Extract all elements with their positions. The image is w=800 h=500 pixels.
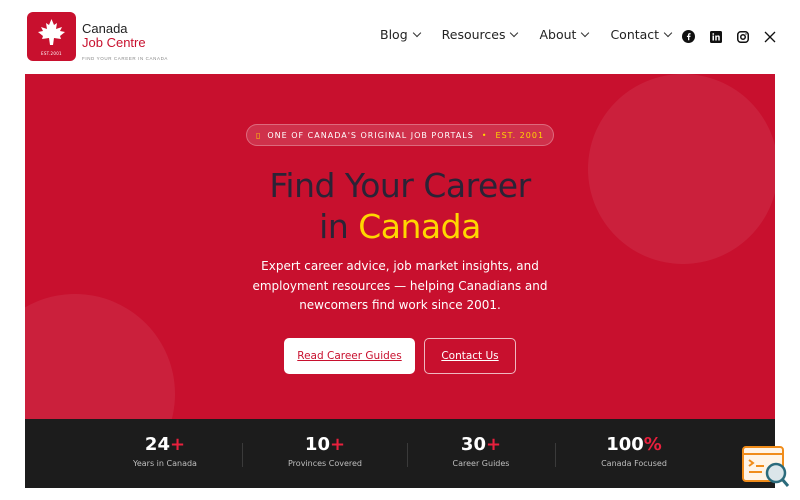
- x-icon[interactable]: [763, 30, 776, 43]
- stat-years: 24+ Years in Canada: [90, 434, 240, 468]
- stat-label: Provinces Covered: [288, 459, 362, 468]
- nav-label: Blog: [380, 27, 408, 42]
- stat-value: 100: [606, 434, 644, 455]
- brand-line2: Job Centre: [82, 35, 146, 50]
- stat-label: Years in Canada: [133, 459, 197, 468]
- hero-subtitle: Expert career advice, job market insight…: [252, 259, 548, 312]
- stat-divider: [555, 443, 556, 467]
- stat-divider: [242, 443, 243, 467]
- stat-provinces: 10+ Provinces Covered: [250, 434, 400, 468]
- heritage-badge: ▯ ONE OF CANADA'S ORIGINAL JOB PORTALS •…: [246, 124, 554, 146]
- stat-label: Canada Focused: [601, 459, 667, 468]
- maple-leaf-icon: ▯: [255, 130, 262, 140]
- chevron-down-icon: [510, 28, 519, 38]
- social-links: [682, 30, 776, 43]
- brand-tagline: FIND YOUR CAREER IN CANADA: [82, 56, 169, 61]
- hero-title-line2: in Canada: [25, 207, 775, 247]
- nav-item-contact[interactable]: Contact: [610, 27, 673, 42]
- stats-bar: 24+ Years in Canada 10+ Provinces Covere…: [25, 419, 775, 488]
- stat-value: 30: [460, 434, 486, 455]
- chevron-down-icon: [581, 28, 590, 38]
- facebook-icon[interactable]: [682, 30, 695, 43]
- decorative-circle: [25, 294, 175, 419]
- stat-guides: 30+ Career Guides: [406, 434, 556, 468]
- stat-suffix: +: [329, 434, 346, 455]
- nav-item-resources[interactable]: Resources: [441, 27, 519, 42]
- stat-canada-focused: 100% Canada Focused: [559, 434, 709, 468]
- brand-line1: Canada: [82, 21, 128, 36]
- stat-value: 10: [304, 434, 330, 455]
- logo-mark-tag: EST.2001: [41, 51, 62, 56]
- site-header: EST.2001 Canada Job Centre FIND YOUR CAR…: [0, 0, 800, 74]
- contact-us-button[interactable]: Contact Us: [424, 338, 516, 374]
- stat-suffix: +: [485, 434, 502, 455]
- badge-text: ONE OF CANADA'S ORIGINAL JOB PORTALS: [267, 130, 474, 140]
- hero-section: ▯ ONE OF CANADA'S ORIGINAL JOB PORTALS •…: [25, 74, 775, 419]
- nav-label: About: [539, 27, 577, 42]
- nav-item-blog[interactable]: Blog: [380, 27, 421, 42]
- stat-label: Career Guides: [452, 459, 510, 468]
- search-widget-icon[interactable]: [742, 446, 790, 488]
- badge-est: EST. 2001: [495, 130, 545, 140]
- site-logo[interactable]: EST.2001 Canada Job Centre FIND YOUR CAR…: [27, 12, 192, 62]
- read-career-guides-button[interactable]: Read Career Guides: [284, 338, 415, 374]
- hero-title-line1: Find Your Career: [269, 166, 531, 205]
- nav-label: Resources: [441, 27, 506, 42]
- nav-label: Contact: [610, 27, 660, 42]
- stat-suffix: %: [643, 434, 662, 455]
- stat-value: 24: [144, 434, 170, 455]
- chevron-down-icon: [663, 28, 673, 38]
- stat-suffix: +: [169, 434, 186, 455]
- main-nav: Blog Resources About Contact: [380, 27, 693, 42]
- hero-title-prefix: in: [319, 207, 359, 246]
- chevron-down-icon: [412, 28, 421, 38]
- instagram-icon[interactable]: [736, 30, 749, 43]
- hero-title-highlight: Canada: [358, 207, 481, 246]
- bullet-dot-icon: •: [481, 130, 488, 140]
- maple-leaf-logo-icon: EST.2001: [27, 12, 76, 61]
- linkedin-icon[interactable]: [709, 30, 722, 43]
- nav-item-about[interactable]: About: [539, 27, 590, 42]
